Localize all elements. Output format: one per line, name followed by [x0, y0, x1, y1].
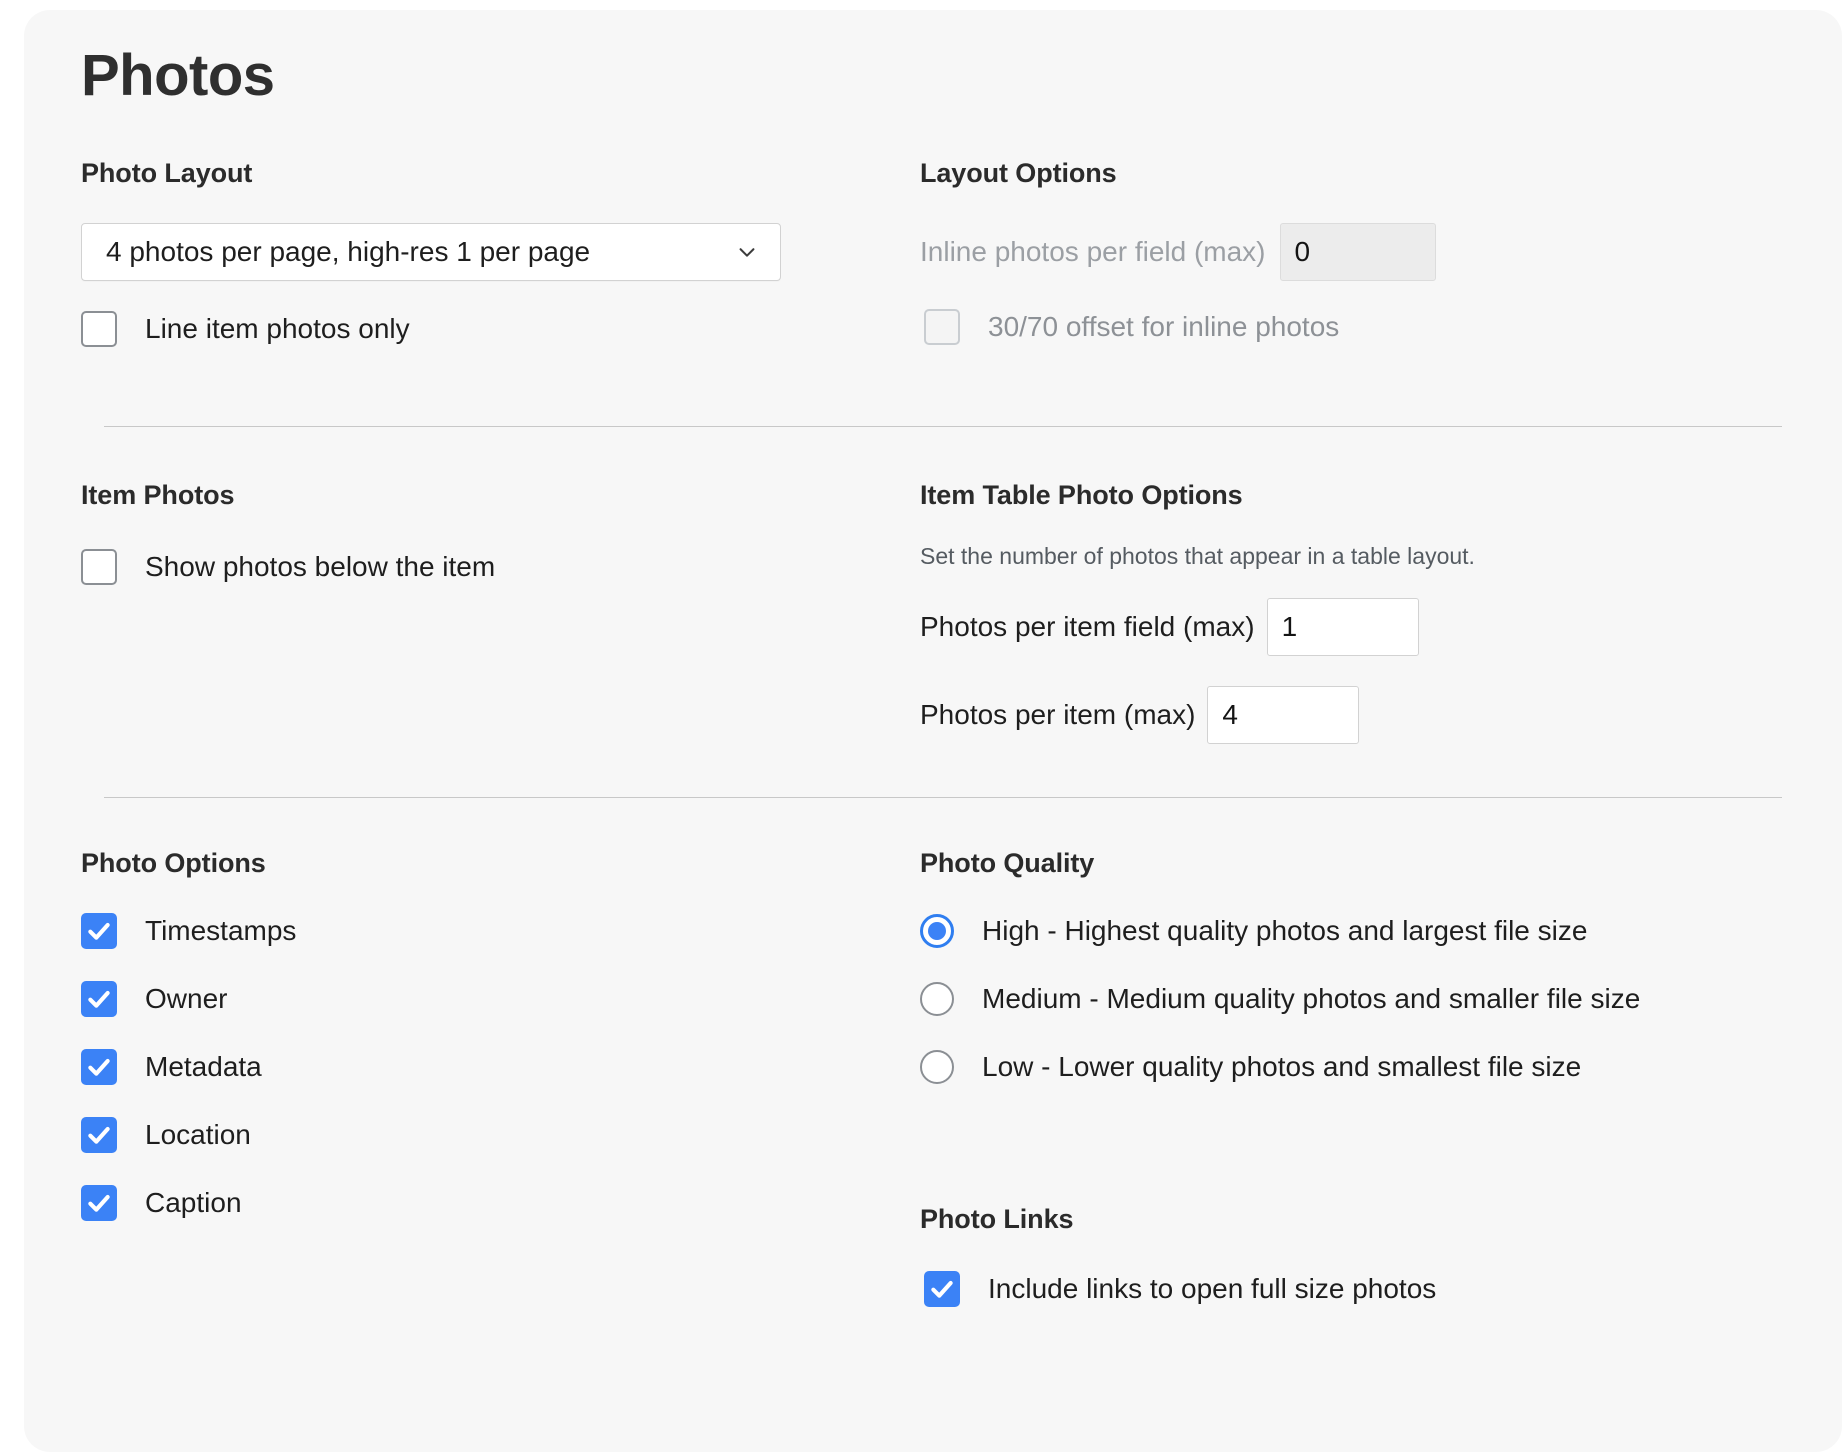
item-table-photo-options-description: Set the number of photos that appear in … [920, 543, 1475, 569]
photos-per-item-field-input[interactable]: 1 [1266, 598, 1419, 656]
line-item-photos-only-checkbox[interactable] [81, 311, 117, 347]
show-photos-below-item-label: Show photos below the item [145, 551, 496, 582]
photo-quality-radio-group: High - Highest quality photos and larges… [920, 909, 1780, 1089]
photo-quality-option-label: Low - Lower quality photos and smallest … [982, 1051, 1582, 1082]
item-photos-heading: Item Photos [81, 480, 235, 510]
line-item-photos-only-label: Line item photos only [145, 313, 410, 344]
photo-links-heading: Photo Links [920, 1204, 1074, 1234]
item-table-photo-options-heading: Item Table Photo Options [920, 480, 1243, 510]
inline-photos-per-field-input[interactable]: 0 [1279, 223, 1436, 281]
photo-links-section: Photo Links Include links to open full s… [920, 1204, 1780, 1311]
include-full-size-links-row[interactable]: Include links to open full size photos [924, 1267, 1780, 1311]
photo-quality-option-row[interactable]: Medium - Medium quality photos and small… [920, 977, 1780, 1021]
page-title: Photos [81, 43, 275, 108]
photo-quality-radio-medium[interactable] [920, 982, 954, 1016]
photo-quality-section: Photo Quality High - Highest quality pho… [920, 848, 1780, 1089]
photo-option-checkbox[interactable] [81, 1117, 117, 1153]
offset-inline-photos-label: 30/70 offset for inline photos [988, 311, 1340, 342]
photo-option-checkbox[interactable] [81, 1185, 117, 1221]
check-icon [88, 1194, 110, 1212]
photo-option-label: Metadata [145, 1051, 262, 1082]
photo-layout-heading: Photo Layout [81, 158, 253, 188]
photo-quality-option-label: Medium - Medium quality photos and small… [982, 983, 1641, 1014]
check-icon [931, 1280, 953, 1298]
offset-inline-photos-checkbox[interactable] [924, 309, 960, 345]
photo-quality-radio-high[interactable] [920, 914, 954, 948]
photo-option-row[interactable]: Metadata [81, 1045, 871, 1089]
show-photos-below-item-checkbox[interactable] [81, 549, 117, 585]
item-table-photo-options-section: Item Table Photo Options Set the number … [920, 480, 1780, 744]
check-icon [88, 1126, 110, 1144]
photo-option-checkbox[interactable] [81, 1049, 117, 1085]
photos-settings-content: Photos Photo Layout 4 photos per page, h… [24, 10, 1842, 1452]
layout-options-section: Layout Options Inline photos per field (… [920, 158, 1780, 349]
photos-settings-card: Photos Photo Layout 4 photos per page, h… [24, 10, 1842, 1452]
photo-layout-select-value: 4 photos per page, high-res 1 per page [106, 236, 591, 267]
photos-per-item-field-label: Photos per item field (max) [920, 611, 1255, 642]
photos-per-item-label: Photos per item (max) [920, 699, 1196, 730]
item-photos-section: Item Photos Show photos below the item [81, 480, 871, 589]
photo-options-heading: Photo Options [81, 848, 266, 878]
offset-inline-photos-row[interactable]: 30/70 offset for inline photos [924, 305, 1780, 349]
layout-options-heading: Layout Options [920, 158, 1117, 188]
photo-option-row[interactable]: Owner [81, 977, 871, 1021]
photo-option-label: Location [145, 1119, 251, 1150]
photos-per-item-row: Photos per item (max) 4 [920, 686, 1780, 744]
photo-options-list: Timestamps Owner Metadata Location Capti… [81, 909, 871, 1225]
photo-option-checkbox[interactable] [81, 913, 117, 949]
chevron-down-icon [739, 248, 755, 257]
photo-option-label: Caption [145, 1187, 242, 1218]
check-icon [88, 922, 110, 940]
photo-layout-section: Photo Layout 4 photos per page, high-res… [81, 158, 871, 351]
divider-1 [104, 426, 1782, 427]
check-icon [88, 1058, 110, 1076]
inline-photos-per-field-row: Inline photos per field (max) 0 [920, 223, 1780, 281]
divider-2 [104, 797, 1782, 798]
include-full-size-links-label: Include links to open full size photos [988, 1273, 1437, 1304]
include-full-size-links-checkbox[interactable] [924, 1271, 960, 1307]
photos-per-item-input[interactable]: 4 [1207, 686, 1360, 744]
inline-photos-per-field-label: Inline photos per field (max) [920, 236, 1266, 267]
photo-quality-radio-low[interactable] [920, 1050, 954, 1084]
photo-option-label: Timestamps [145, 915, 297, 946]
photo-layout-select[interactable]: 4 photos per page, high-res 1 per page [81, 223, 781, 281]
photo-option-checkbox[interactable] [81, 981, 117, 1017]
photo-quality-option-label: High - Highest quality photos and larges… [982, 915, 1588, 946]
check-icon [88, 990, 110, 1008]
photo-option-label: Owner [145, 983, 228, 1014]
photos-per-item-field-row: Photos per item field (max) 1 [920, 598, 1780, 656]
photo-option-row[interactable]: Caption [81, 1181, 871, 1225]
photo-option-row[interactable]: Location [81, 1113, 871, 1157]
photo-quality-option-row[interactable]: High - Highest quality photos and larges… [920, 909, 1780, 953]
show-photos-below-item-row[interactable]: Show photos below the item [81, 545, 871, 589]
photo-quality-heading: Photo Quality [920, 848, 1095, 878]
photo-options-section: Photo Options Timestamps Owner Metadata … [81, 848, 871, 1225]
photo-quality-option-row[interactable]: Low - Lower quality photos and smallest … [920, 1045, 1780, 1089]
line-item-photos-only-row[interactable]: Line item photos only [81, 307, 871, 351]
photo-option-row[interactable]: Timestamps [81, 909, 871, 953]
